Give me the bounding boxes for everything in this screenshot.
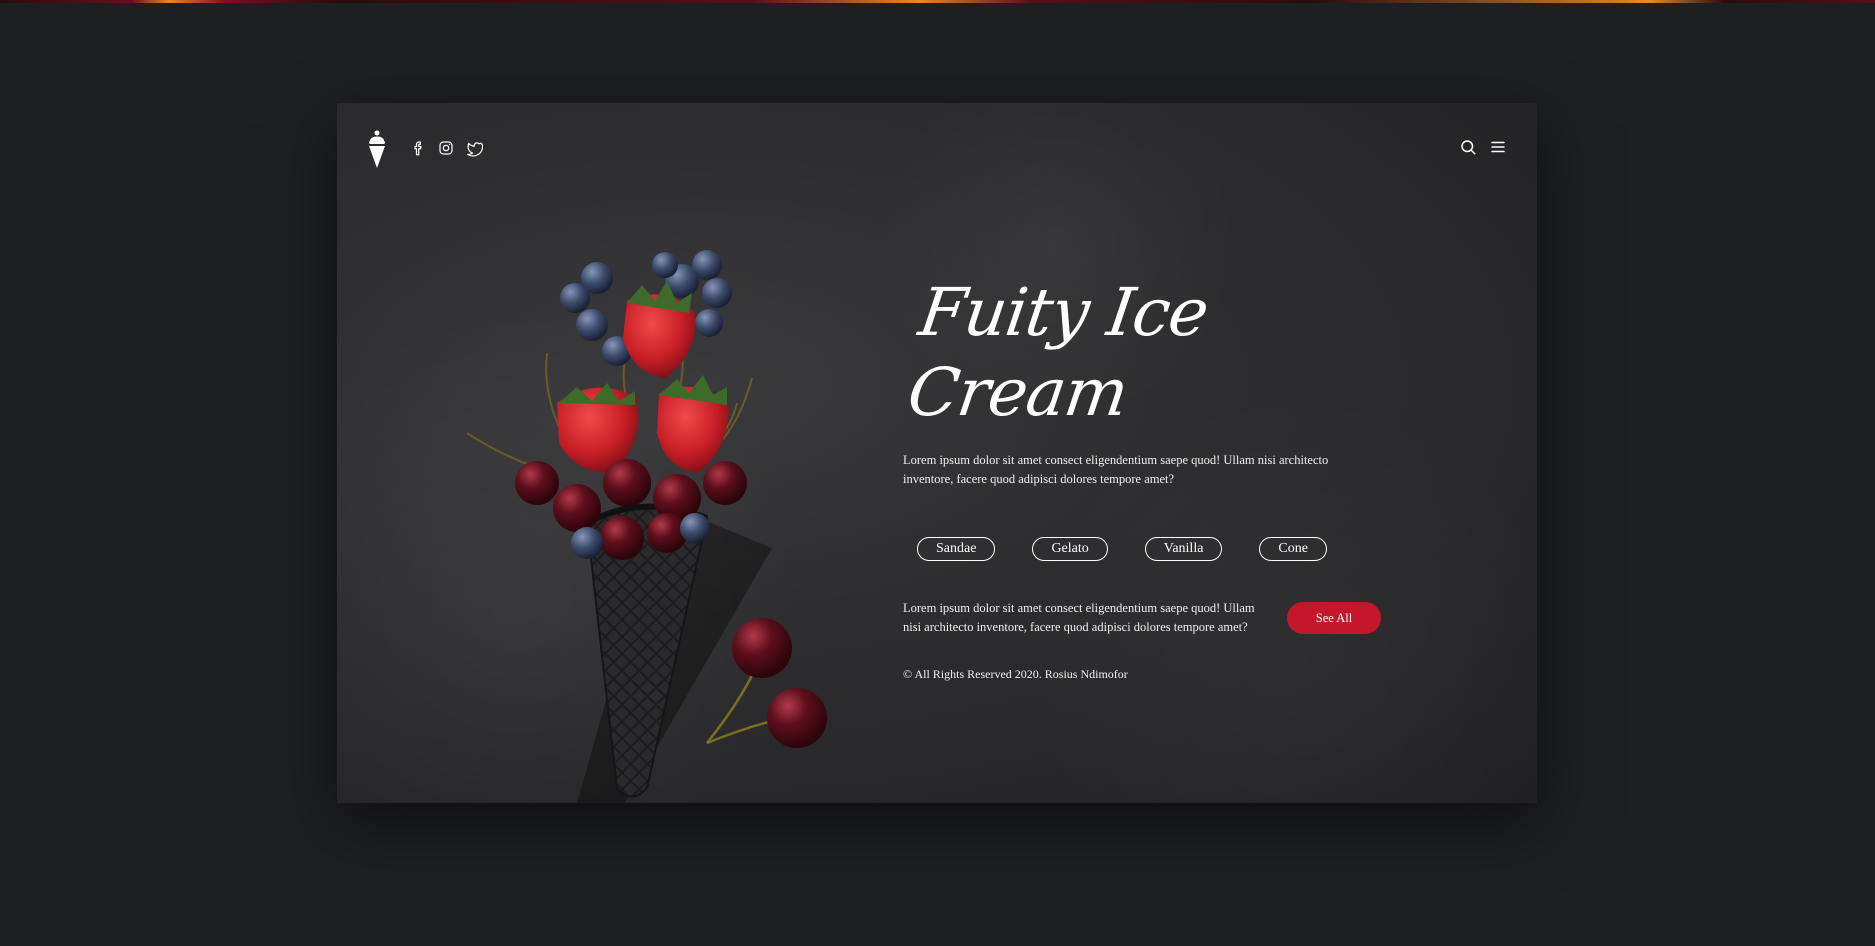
- top-decorative-strip: [0, 0, 1875, 3]
- tag-gelato[interactable]: Gelato: [1032, 537, 1108, 561]
- flavor-tags: Sandae Gelato Vanilla Cone: [917, 537, 1383, 561]
- tag-sandae[interactable]: Sandae: [917, 537, 996, 561]
- see-all-button[interactable]: See All: [1287, 602, 1381, 634]
- cta-row: Lorem ipsum dolor sit amet consect elige…: [903, 599, 1383, 637]
- tag-vanilla[interactable]: Vanilla: [1144, 537, 1223, 561]
- ice-cream-cone-icon[interactable]: [367, 129, 387, 169]
- fruit-cone-illustration: [466, 250, 827, 803]
- copyright-text: © All Rights Reserved 2020. Rosius Ndimo…: [903, 667, 1128, 681]
- page-title: Fuity Ice Cream: [903, 274, 1213, 431]
- hero-content: Fuity Ice Cream Lorem ipsum dolor sit am…: [903, 273, 1383, 682]
- hero-description: Lorem ipsum dolor sit amet consect elige…: [903, 453, 1329, 486]
- header-actions: [1459, 138, 1507, 156]
- hamburger-menu-icon[interactable]: [1489, 138, 1507, 156]
- hero-card: Fuity Ice Cream Lorem ipsum dolor sit am…: [337, 103, 1537, 803]
- search-icon[interactable]: [1459, 138, 1477, 156]
- facebook-icon[interactable]: [409, 139, 427, 157]
- tag-cone[interactable]: Cone: [1259, 537, 1327, 561]
- secondary-description: Lorem ipsum dolor sit amet consect elige…: [903, 601, 1255, 634]
